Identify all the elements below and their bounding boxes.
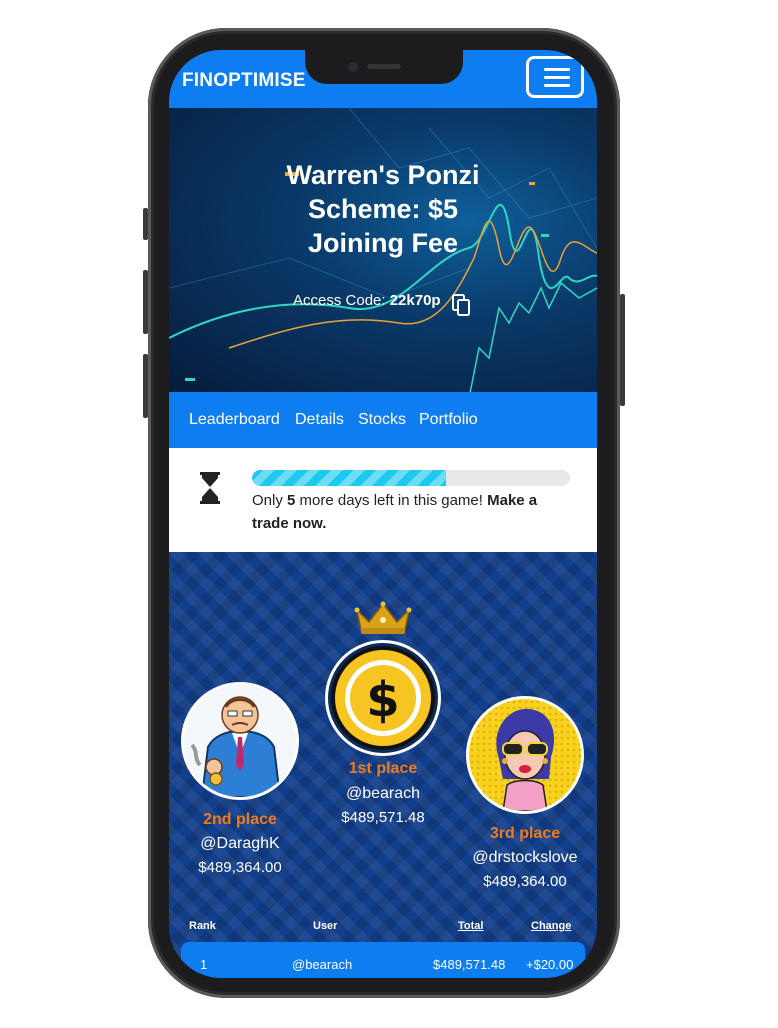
phone-notch xyxy=(305,50,463,84)
hamburger-line xyxy=(544,76,570,79)
phone-mute-switch xyxy=(143,208,148,240)
second-place-username[interactable]: @DaraghK xyxy=(169,835,311,853)
access-code: Access Code: 22k70p xyxy=(293,292,441,309)
speaker-grille xyxy=(367,64,401,69)
days-left-suffix: more days left in this game! xyxy=(295,492,488,509)
camera-icon xyxy=(348,62,358,72)
hamburger-line xyxy=(544,68,570,71)
first-place-username[interactable]: @bearach xyxy=(313,785,453,803)
time-remaining-notice: Only 5 more days left in this game! Make… xyxy=(169,448,597,552)
table-header-rank: Rank xyxy=(189,920,216,932)
second-place-avatar[interactable] xyxy=(181,682,299,800)
businessman-cartoon-image xyxy=(190,696,282,797)
row-change: +$20.00 xyxy=(526,957,574,972)
access-code-value: 22k70p xyxy=(389,292,441,309)
game-tabs: Leaderboard Details Stocks Portfolio xyxy=(169,392,597,448)
row-total: $489,571.48 xyxy=(433,957,506,972)
second-place-amount: $489,364.00 xyxy=(198,859,282,876)
crown-icon xyxy=(354,601,412,634)
brand-logo[interactable]: FINOPTIMISE xyxy=(182,70,306,92)
third-place-username[interactable]: @drstockslove xyxy=(451,849,597,867)
first-place-label: 1st place xyxy=(348,760,418,777)
hourglass-icon xyxy=(200,472,220,504)
phone-screen: FINOPTIMISE Warren's Ponzi Scheme: $5 Jo… xyxy=(169,50,597,978)
svg-text:$: $ xyxy=(366,672,399,728)
second-place-label: 2nd place xyxy=(203,811,277,828)
tab-details[interactable]: Details xyxy=(295,411,344,429)
phone-volume-up xyxy=(143,270,148,334)
hamburger-line xyxy=(544,84,570,87)
row-rank: 1 xyxy=(200,957,208,972)
pop-art-woman-image xyxy=(469,699,581,811)
game-progress-fill xyxy=(252,470,446,486)
phone-volume-down xyxy=(143,354,148,418)
days-left-prefix: Only xyxy=(252,492,288,509)
tab-stocks[interactable]: Stocks xyxy=(358,411,406,429)
table-header-user: User xyxy=(313,920,338,932)
tab-leaderboard[interactable]: Leaderboard xyxy=(189,411,280,429)
first-place-avatar[interactable]: $ xyxy=(325,640,441,756)
table-row[interactable]: 1 @bearach $489,571.48 +$20.00 xyxy=(181,942,585,978)
phone-power-button xyxy=(620,294,625,406)
first-place-amount: $489,571.48 xyxy=(341,809,425,826)
access-code-label: Access Code: xyxy=(293,292,390,309)
tab-portfolio[interactable]: Portfolio xyxy=(419,411,478,429)
game-progress-bar xyxy=(252,470,570,486)
game-title: Warren's Ponzi Scheme: $5 Joining Fee xyxy=(286,160,480,258)
game-hero-banner: Warren's Ponzi Scheme: $5 Joining Fee Ac… xyxy=(169,108,597,392)
row-user: @bearach xyxy=(292,957,353,972)
third-place-avatar[interactable] xyxy=(466,696,584,814)
leaderboard-podium: $ 1st place @bearach $489,571.48 2nd pla… xyxy=(169,552,597,978)
hamburger-menu-button[interactable] xyxy=(526,56,584,98)
days-left-text: Only 5 more days left in this game! Make… xyxy=(252,489,572,535)
table-header-total[interactable]: Total xyxy=(458,920,483,932)
table-header-change[interactable]: Change xyxy=(531,920,571,932)
third-place-amount: $489,364.00 xyxy=(483,873,567,890)
copy-icon[interactable] xyxy=(452,294,470,316)
dollar-coin-icon: $ xyxy=(331,646,435,750)
third-place-label: 3rd place xyxy=(489,825,561,842)
